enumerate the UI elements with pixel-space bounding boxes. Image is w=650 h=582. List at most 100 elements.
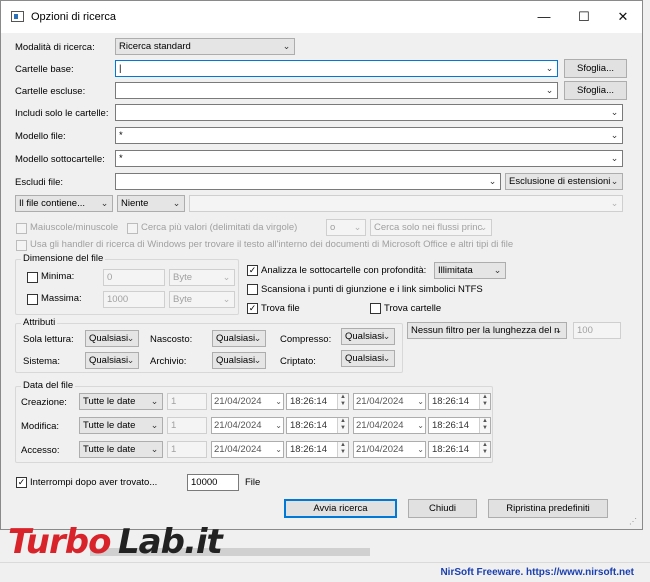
spin-arrows-icon[interactable]: ▲ ▼ — [337, 394, 348, 409]
time-from-input[interactable]: 18:26:14 ▲ ▼ — [286, 441, 349, 458]
date-count-input[interactable]: 1 — [167, 441, 207, 458]
chevron-down-icon: ⌄ — [100, 198, 109, 208]
find-folders-checkbox[interactable] — [370, 303, 381, 314]
max-size-input[interactable]: 1000 — [103, 291, 165, 308]
stop-after-input[interactable]: 10000 — [187, 474, 239, 491]
time-to-input[interactable]: 18:26:14 ▲ ▼ — [428, 441, 491, 458]
reset-defaults-button[interactable]: Ripristina predefiniti — [488, 499, 608, 518]
file-pattern-input[interactable]: * ⌄ — [115, 127, 623, 144]
scan-depth-select[interactable]: Illimitata ⌄ — [434, 262, 506, 279]
exclude-files-input[interactable]: ⌄ — [115, 173, 501, 190]
chevron-down-icon: ⌄ — [610, 198, 619, 208]
max-size-unit-value: Byte — [173, 294, 193, 305]
subfolder-pattern-input[interactable]: * ⌄ — [115, 150, 623, 167]
date-row-label: Modifica: — [21, 421, 60, 432]
close-window-button[interactable]: ✕ — [603, 1, 643, 33]
excluded-folders-browse-button[interactable]: Sfoglia... — [564, 81, 627, 100]
include-only-folders-label: Includi solo le cartelle: — [15, 108, 109, 119]
chevron-down-icon: ⌄ — [382, 353, 391, 363]
time-to-input[interactable]: 18:26:14 ▲ ▼ — [428, 393, 491, 410]
date-to-picker[interactable]: 21/04/2024 ⌄ — [353, 393, 426, 410]
archive-select[interactable]: Qualsiasi ⌄ — [212, 352, 266, 369]
case-sensitive-label: Maiuscole/minuscole — [30, 222, 119, 233]
title-bar: Opzioni di ricerca — ☐ ✕ — [1, 1, 642, 33]
chevron-down-icon: ⌄ — [126, 355, 135, 365]
multi-values-checkbox[interactable] — [127, 223, 138, 234]
date-from-picker[interactable]: 21/04/2024 ⌄ — [211, 417, 284, 434]
name-length-filter-value: Nessun filtro per la lunghezza del n — [411, 325, 560, 336]
date-to-value: 21/04/2024 — [356, 396, 404, 407]
scan-depth-value: Illimitata — [438, 265, 473, 276]
find-folders-label: Trova cartelle — [384, 303, 442, 314]
close-button[interactable]: Chiudi — [408, 499, 477, 518]
min-size-unit-select[interactable]: Byte ⌄ — [169, 269, 235, 286]
date-count-input[interactable]: 1 — [167, 417, 207, 434]
maximize-button[interactable]: ☐ — [564, 1, 604, 33]
time-from-input[interactable]: 18:26:14 ▲ ▼ — [286, 393, 349, 410]
excluded-folders-input[interactable]: ⌄ — [115, 82, 558, 99]
content-filter-type-value: Niente — [121, 198, 149, 209]
minimize-button[interactable]: — — [524, 1, 564, 33]
streams-select[interactable]: Cerca solo nei flussi princ ⌄ — [370, 219, 492, 236]
chevron-down-icon: ⌄ — [382, 331, 391, 341]
base-folders-browse-button[interactable]: Sfoglia... — [564, 59, 627, 78]
time-from-input[interactable]: 18:26:14 ▲ ▼ — [286, 417, 349, 434]
search-mode-select[interactable]: Ricerca standard ⌄ — [115, 38, 295, 55]
stop-after-checkbox[interactable]: ✓ — [16, 477, 27, 488]
chevron-down-icon: ⌄ — [554, 325, 563, 335]
date-count-input[interactable]: 1 — [167, 393, 207, 410]
spin-arrows-icon[interactable]: ▲ ▼ — [479, 442, 490, 457]
date-mode-select[interactable]: Tutte le date ⌄ — [79, 417, 163, 434]
excluded-folders-label: Cartelle escluse: — [15, 86, 86, 97]
spin-arrows-icon[interactable]: ▲ ▼ — [337, 442, 348, 457]
date-from-picker[interactable]: 21/04/2024 ⌄ — [211, 441, 284, 458]
encrypted-select[interactable]: Qualsiasi ⌄ — [341, 350, 395, 367]
find-files-checkbox[interactable]: ✓ — [247, 303, 258, 314]
base-folders-label: Cartelle base: — [15, 64, 74, 75]
time-from-value: 18:26:14 — [290, 420, 327, 431]
chevron-down-icon: ⌄ — [126, 333, 135, 343]
name-length-filter-select[interactable]: Nessun filtro per la lunghezza del n ⌄ — [407, 322, 567, 339]
search-options-window: Opzioni di ricerca — ☐ ✕ Modalità di ric… — [0, 0, 643, 530]
max-size-checkbox[interactable] — [27, 294, 38, 305]
compressed-select[interactable]: Qualsiasi ⌄ — [341, 328, 395, 345]
readonly-select[interactable]: Qualsiasi ⌄ — [85, 330, 139, 347]
hidden-select[interactable]: Qualsiasi ⌄ — [212, 330, 266, 347]
system-select[interactable]: Qualsiasi ⌄ — [85, 352, 139, 369]
min-size-checkbox[interactable] — [27, 272, 38, 283]
scan-subfolders-checkbox[interactable]: ✓ — [247, 265, 258, 276]
junctions-checkbox[interactable] — [247, 284, 258, 295]
time-to-input[interactable]: 18:26:14 ▲ ▼ — [428, 417, 491, 434]
multi-values-label: Cerca più valori (delimitati da virgole) — [141, 222, 298, 233]
time-to-value: 18:26:14 — [432, 420, 469, 431]
content-filter-mode-select[interactable]: Il file contiene... ⌄ — [15, 195, 113, 212]
base-folders-input[interactable]: | ⌄ — [115, 60, 558, 77]
content-filter-type-select[interactable]: Niente ⌄ — [117, 195, 185, 212]
subfolder-pattern-label: Modello sottocartelle: — [15, 154, 105, 165]
streams-value: Cerca solo nei flussi princ — [374, 222, 483, 233]
include-only-folders-input[interactable]: ⌄ — [115, 104, 623, 121]
case-sensitive-checkbox[interactable] — [16, 223, 27, 234]
multi-values-separator-select[interactable]: o ⌄ — [326, 219, 366, 236]
date-mode-select[interactable]: Tutte le date ⌄ — [79, 441, 163, 458]
date-mode-value: Tutte le date — [83, 396, 136, 407]
status-text[interactable]: NirSoft Freeware. https://www.nirsoft.ne… — [440, 567, 634, 578]
date-to-value: 21/04/2024 — [356, 420, 404, 431]
name-length-number-input[interactable]: 100 — [573, 322, 621, 339]
start-search-button[interactable]: Avvia ricerca — [284, 499, 397, 518]
extension-exclusion-select[interactable]: Esclusione di estensioni ⌄ — [505, 173, 623, 190]
date-to-picker[interactable]: 21/04/2024 ⌄ — [353, 441, 426, 458]
spin-arrows-icon[interactable]: ▲ ▼ — [337, 418, 348, 433]
date-to-picker[interactable]: 21/04/2024 ⌄ — [353, 417, 426, 434]
windows-handlers-checkbox[interactable] — [16, 240, 27, 251]
date-mode-select[interactable]: Tutte le date ⌄ — [79, 393, 163, 410]
spin-arrows-icon[interactable]: ▲ ▼ — [479, 418, 490, 433]
find-files-label: Trova file — [261, 303, 300, 314]
date-mode-value: Tutte le date — [83, 444, 136, 455]
resize-grip-icon[interactable]: ⋰ — [629, 517, 639, 527]
spin-arrows-icon[interactable]: ▲ ▼ — [479, 394, 490, 409]
min-size-input[interactable]: 0 — [103, 269, 165, 286]
content-filter-text-input[interactable]: ⌄ — [189, 195, 623, 212]
date-from-picker[interactable]: 21/04/2024 ⌄ — [211, 393, 284, 410]
max-size-unit-select[interactable]: Byte ⌄ — [169, 291, 235, 308]
